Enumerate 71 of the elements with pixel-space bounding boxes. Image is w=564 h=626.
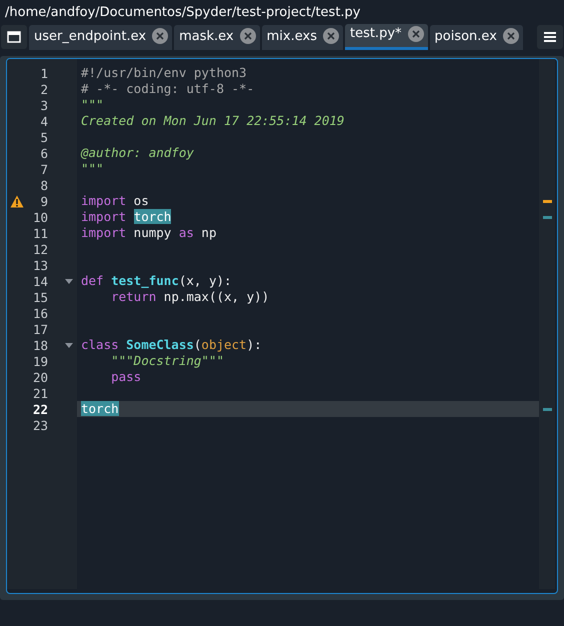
line-number: 13 — [32, 258, 48, 272]
file-tab[interactable]: mask.ex — [174, 25, 260, 50]
code-token: import — [81, 209, 128, 224]
code-token: # -*- coding: utf-8 -*- — [81, 81, 254, 96]
line-number: 5 — [39, 130, 48, 144]
code-token: np.max((x, y)) — [162, 289, 270, 304]
line-number: 23 — [32, 418, 48, 432]
code-token: test_func — [111, 273, 179, 288]
file-tab[interactable]: poison.ex — [430, 25, 523, 50]
line-number: 4 — [39, 114, 48, 128]
line-number: 14 — [32, 274, 48, 288]
code-token: Created on Mon Jun 17 22:55:14 2019 — [81, 113, 344, 128]
highlighted-occurrence: torch — [134, 209, 172, 224]
code-token: #!/usr/bin/env python3 — [81, 65, 247, 80]
close-icon[interactable] — [502, 28, 519, 44]
line-number: 8 — [39, 178, 48, 192]
line-number: 6 — [39, 146, 48, 160]
line-number: 20 — [32, 370, 48, 384]
highlighted-occurrence: torch — [81, 401, 119, 416]
code-editor[interactable] — [6, 58, 558, 594]
line-number: 2 — [39, 82, 48, 96]
browse-tabs-button[interactable] — [1, 25, 27, 49]
fold-arrow-icon[interactable] — [65, 278, 73, 284]
close-icon[interactable] — [152, 28, 168, 44]
occurrence-marker[interactable] — [542, 216, 552, 218]
code-token: """Docstring""" — [110, 353, 224, 368]
line-number: 1 — [39, 66, 48, 80]
code-token: SomeClass — [126, 337, 194, 352]
file-tab[interactable]: user_endpoint.ex — [29, 25, 172, 50]
line-number: 16 — [32, 306, 48, 320]
close-icon[interactable] — [240, 28, 256, 44]
code-token: os — [132, 193, 149, 208]
code-token: (x, y): — [178, 273, 232, 288]
close-icon[interactable] — [322, 28, 339, 44]
file-tab[interactable]: test.py* — [344, 24, 428, 50]
code-token: @author: andfoy — [81, 145, 194, 160]
code-token: import — [81, 193, 126, 208]
code-token: ( — [194, 337, 202, 352]
line-number: 21 — [32, 386, 48, 400]
file-tab[interactable]: mix.exs — [262, 25, 343, 50]
close-icon[interactable] — [408, 26, 424, 42]
fold-arrow-icon[interactable] — [65, 342, 73, 348]
code-token: object — [201, 337, 247, 352]
menu-button[interactable] — [537, 25, 563, 49]
menu-icon — [543, 31, 557, 43]
line-number: 18 — [32, 338, 48, 352]
file-path: /home/andfoy/Documentos/Spyder/test-project/test.py — [5, 4, 361, 20]
line-number: 9 — [39, 194, 48, 208]
code-token: """ — [81, 161, 104, 176]
line-number: 15 — [32, 290, 48, 304]
line-number: 7 — [39, 162, 48, 176]
code-token: numpy — [132, 225, 172, 240]
code-token: class — [81, 337, 120, 352]
line-number: 12 — [32, 242, 48, 256]
line-number: 17 — [32, 322, 48, 336]
code-token: pass — [110, 369, 142, 384]
code-token: def — [81, 273, 105, 288]
window-icon — [7, 31, 21, 43]
warning-marker[interactable] — [542, 200, 552, 202]
code-token: np — [200, 225, 216, 240]
code-token: return — [110, 289, 156, 304]
occurrence-marker[interactable] — [542, 408, 552, 410]
line-number: 22 — [32, 402, 48, 416]
line-number: 10 — [32, 210, 48, 224]
code-token: """ — [81, 97, 104, 112]
code-token: as — [178, 225, 194, 240]
code-token: ): — [246, 337, 262, 352]
line-number: 3 — [39, 98, 48, 112]
line-number: 11 — [32, 226, 48, 240]
line-number: 19 — [32, 354, 48, 368]
code-token: import — [81, 225, 126, 240]
